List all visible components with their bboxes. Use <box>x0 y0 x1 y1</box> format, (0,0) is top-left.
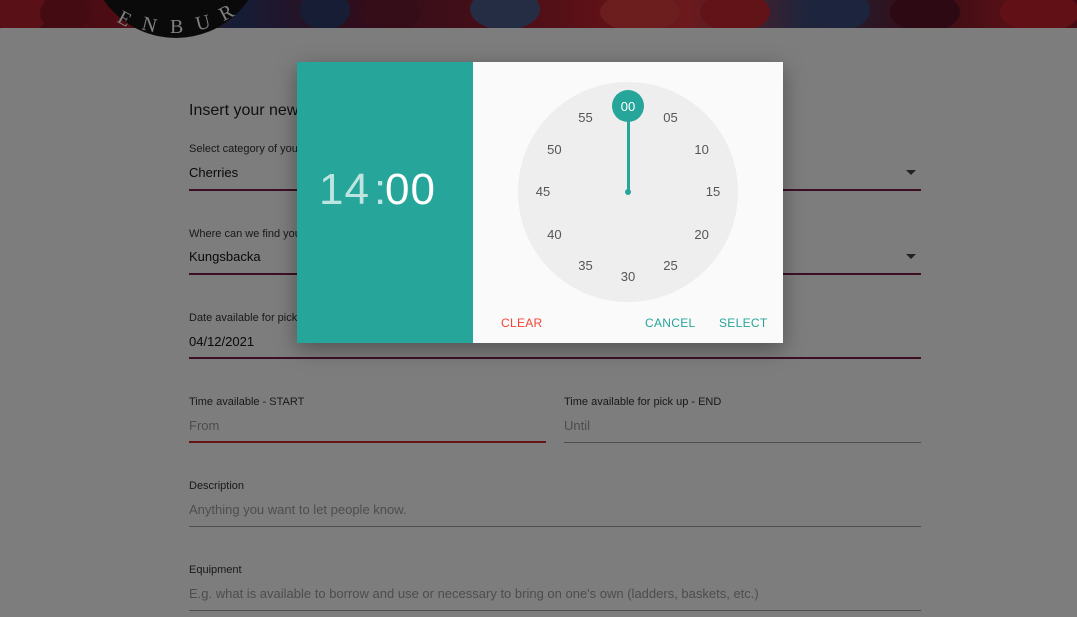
clock-number-30[interactable]: 30 <box>613 262 643 292</box>
clock-number-20[interactable]: 20 <box>687 220 717 250</box>
clock-number-55[interactable]: 55 <box>571 103 601 133</box>
timepicker-dialog: 14 : 00 00 05 10 15 20 25 30 35 40 45 50 55 CLEAR C… <box>297 62 783 343</box>
cancel-button[interactable]: CANCEL <box>645 316 695 330</box>
clock-number-00[interactable]: 00 <box>613 92 643 122</box>
clock-number-25[interactable]: 25 <box>656 251 686 281</box>
clock-number-50[interactable]: 50 <box>539 135 569 165</box>
clock-number-35[interactable]: 35 <box>571 251 601 281</box>
clock-number-40[interactable]: 40 <box>539 220 569 250</box>
clock-number-05[interactable]: 05 <box>656 103 686 133</box>
minutes-display[interactable]: 00 <box>385 165 436 215</box>
clear-button[interactable]: CLEAR <box>501 316 543 330</box>
select-button[interactable]: SELECT <box>719 316 767 330</box>
clock-hand <box>626 120 630 192</box>
clock-center-dot <box>625 189 631 195</box>
clock-number-45[interactable]: 45 <box>528 177 558 207</box>
clock-number-15[interactable]: 15 <box>698 177 728 207</box>
clock-number-10[interactable]: 10 <box>687 135 717 165</box>
time-display-panel: 14 : 00 <box>297 62 473 343</box>
hours-display[interactable]: 14 <box>319 165 370 215</box>
clock-panel: 00 05 10 15 20 25 30 35 40 45 50 55 CLEAR CANCEL SE… <box>473 62 783 343</box>
clock-face[interactable]: 00 05 10 15 20 25 30 35 40 45 50 55 <box>518 82 738 302</box>
